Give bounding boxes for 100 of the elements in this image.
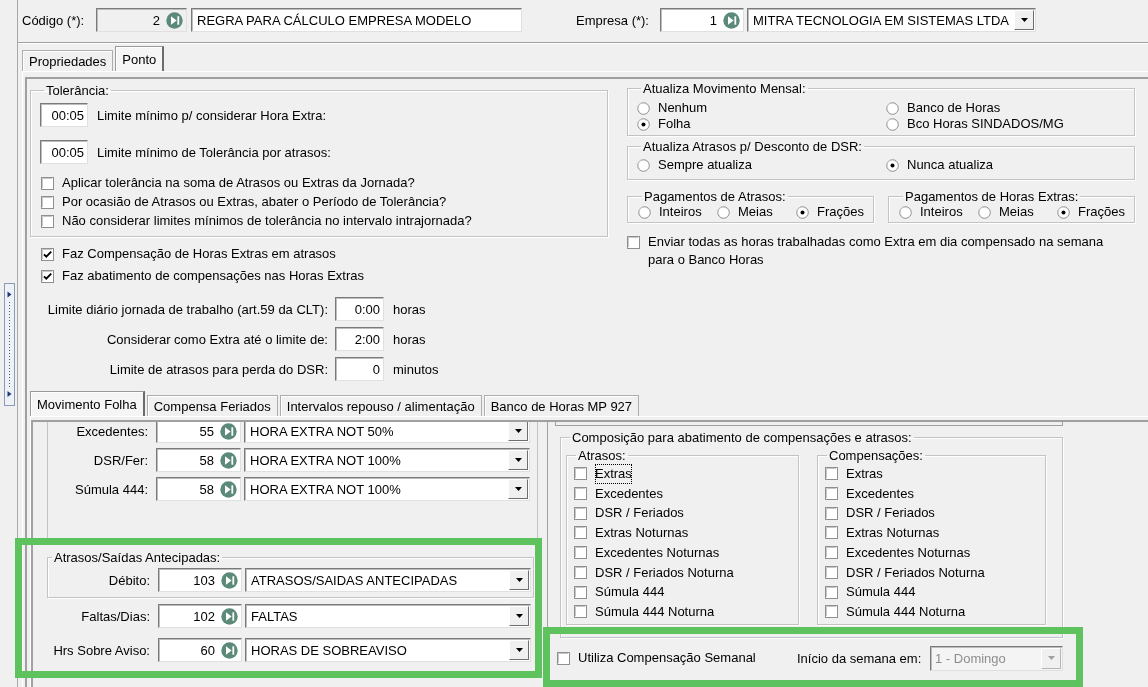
checkbox-label: Extras Noturnas — [846, 524, 940, 543]
checkbox-label: Excedentes — [595, 484, 663, 503]
radio-label: Frações — [1078, 204, 1125, 220]
radio-button[interactable] — [638, 205, 651, 219]
checkbox[interactable] — [574, 546, 587, 560]
radio-button[interactable] — [978, 205, 991, 219]
checkbox[interactable] — [574, 467, 587, 481]
checkbox[interactable] — [825, 565, 838, 579]
dropdown[interactable]: HORA EXTRA NOT 100% — [244, 477, 530, 501]
dropdown[interactable]: HORA EXTRA NOT 100% — [244, 448, 530, 472]
checkbox[interactable] — [41, 247, 54, 261]
play-circle-icon[interactable] — [166, 11, 183, 29]
text-field[interactable]: REGRA PARA CÁLCULO EMPRESA MODELO — [191, 8, 522, 32]
tab[interactable]: Ponto — [115, 46, 165, 71]
checkbox[interactable] — [825, 467, 838, 481]
radio-button[interactable] — [637, 101, 650, 115]
checkbox[interactable] — [627, 235, 640, 249]
dropdown[interactable]: MITRA TECNOLOGIA EM SISTEMAS LTDA — [747, 8, 1036, 32]
input-field[interactable]: 00:05 — [40, 103, 88, 127]
radio-button[interactable] — [796, 205, 809, 219]
radio-label: Nenhum — [658, 100, 708, 116]
play-circle-icon[interactable] — [220, 480, 237, 498]
group-label: Pagamentos de Atrasos: — [643, 189, 787, 204]
checkbox-label: DSR / Feriados Noturna — [595, 563, 734, 582]
input-field[interactable]: 0 — [335, 357, 384, 381]
radio-button[interactable] — [1057, 205, 1070, 219]
radio-label: Inteiros — [920, 204, 963, 220]
checkbox[interactable] — [574, 565, 587, 579]
dropdown[interactable]: ATRASOS/SAIDAS ANTECIPADAS — [245, 568, 531, 592]
dropdown-button[interactable] — [508, 422, 528, 441]
play-circle-icon[interactable] — [220, 451, 237, 469]
code-field[interactable]: 55 — [156, 422, 241, 443]
code-field[interactable]: 102 — [158, 604, 242, 628]
field-label: Início da semana em: — [797, 650, 923, 666]
radio-button[interactable] — [717, 205, 730, 219]
code-field[interactable]: 2 — [96, 8, 187, 32]
checkbox-label: DSR / Feriados — [846, 504, 935, 523]
checkbox[interactable] — [41, 195, 54, 209]
dropdown-button[interactable] — [509, 570, 529, 590]
caret-down-icon — [514, 487, 522, 491]
tab[interactable]: Intervalos repouso / alimentação — [279, 395, 482, 416]
input-field[interactable]: 0:00 — [335, 297, 384, 321]
checkbox[interactable] — [825, 506, 838, 520]
caret-down-icon — [1020, 18, 1028, 22]
checkbox[interactable] — [574, 585, 587, 599]
radio-button[interactable] — [886, 158, 899, 172]
radio-button[interactable] — [899, 205, 912, 219]
tab[interactable]: Movimento Folha — [30, 391, 145, 416]
dropdown-button[interactable] — [508, 479, 528, 499]
checkbox[interactable] — [41, 176, 54, 190]
input-field[interactable]: 2:00 — [335, 327, 384, 351]
play-circle-icon[interactable] — [221, 607, 238, 625]
caret-down-icon — [515, 614, 523, 618]
input-field[interactable]: 00:05 — [40, 140, 88, 164]
radio-button[interactable] — [637, 117, 650, 131]
group-label: Atualiza Movimento Mensal: — [642, 81, 807, 96]
code-field[interactable]: 60 — [158, 638, 242, 662]
checkbox-label: Faz abatimento de compensações nas Horas Extras — [62, 267, 365, 285]
radio-button[interactable] — [886, 117, 899, 131]
dropdown[interactable]: HORAS DE SOBREAVISO — [245, 638, 531, 662]
checkbox[interactable] — [825, 546, 838, 560]
radio-button[interactable] — [886, 101, 899, 115]
checkbox[interactable] — [574, 605, 587, 619]
caret-down-icon — [515, 578, 523, 582]
tab[interactable]: Propriedades — [22, 50, 114, 71]
group-label: Atualiza Atrasos p/ Desconto de DSR: — [642, 139, 863, 154]
radio-label: Meias — [738, 204, 773, 220]
dropdown[interactable]: FALTAS — [245, 604, 531, 628]
checkbox[interactable] — [825, 526, 838, 540]
dropdown-button[interactable] — [509, 606, 529, 626]
field-label: Súmula 444: — [74, 481, 148, 497]
dropdown-button[interactable] — [1014, 10, 1034, 30]
checkbox[interactable] — [825, 487, 838, 501]
checkbox[interactable] — [825, 605, 838, 619]
dropdown-button[interactable] — [508, 450, 528, 470]
checkbox[interactable] — [574, 526, 587, 540]
checkbox[interactable] — [825, 585, 838, 599]
dropdown[interactable]: HORA EXTRA NOT 50% — [244, 422, 530, 443]
splitter-handle[interactable] — [4, 283, 15, 406]
checkbox[interactable] — [574, 506, 587, 520]
play-circle-icon[interactable] — [221, 571, 238, 589]
play-circle-icon[interactable] — [723, 11, 740, 29]
tab[interactable]: Compensa Feriados — [146, 395, 278, 416]
checkbox-label: DSR / Feriados Noturna — [846, 563, 985, 582]
code-field[interactable]: 1 — [660, 8, 744, 32]
field-label: Código (*): — [22, 12, 86, 28]
radio-button[interactable] — [637, 158, 650, 172]
dropdown-button[interactable] — [509, 640, 529, 660]
checkbox[interactable] — [574, 487, 587, 501]
radio-label: Folha — [658, 116, 691, 132]
unit-label: horas — [393, 331, 426, 347]
code-field[interactable]: 58 — [156, 448, 241, 472]
checkbox-label: Excedentes Noturnas — [846, 543, 971, 562]
tab[interactable]: Banco de Horas MP 927 — [483, 395, 640, 416]
play-circle-icon[interactable] — [221, 641, 238, 659]
code-field[interactable]: 58 — [156, 477, 241, 501]
play-circle-icon[interactable] — [220, 422, 237, 440]
code-field[interactable]: 103 — [158, 568, 242, 592]
checkbox[interactable] — [41, 269, 54, 283]
checkbox[interactable] — [41, 214, 54, 228]
